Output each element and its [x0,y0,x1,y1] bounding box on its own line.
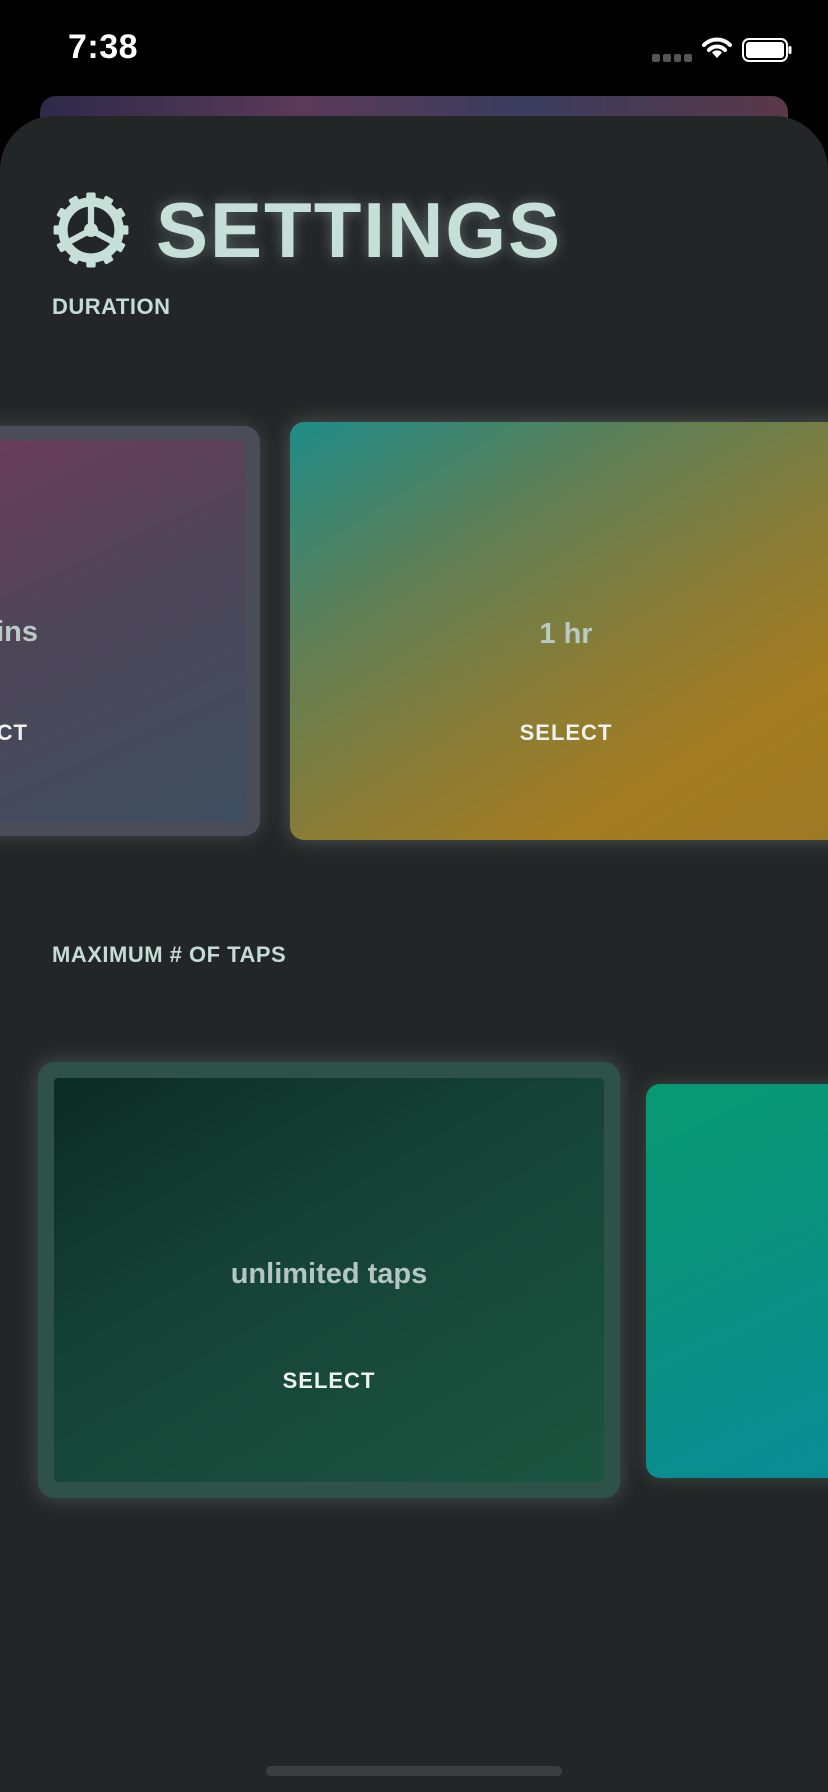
cellular-signal-icon [652,54,692,62]
duration-card-previous[interactable]: hins CT [0,426,260,836]
page-title: SETTINGS [156,185,563,274]
duration-label: DURATION [52,294,171,319]
taps-card-value: unlimited taps [230,1258,428,1290]
duration-card-previous-select-button[interactable]: CT [0,720,28,746]
taps-select-button[interactable]: SELECT [38,1368,620,1394]
max-taps-label: MAXIMUM # OF TAPS [52,942,287,967]
home-indicator[interactable] [266,1766,562,1776]
taps-card-next[interactable] [646,1084,828,1478]
duration-card-previous-value: hins [0,616,38,648]
duration-card-1hr[interactable]: 1 hr SELECT [290,422,828,840]
gear-icon [53,192,129,268]
status-bar: 7:38 [0,0,828,96]
duration-select-button[interactable]: SELECT [290,720,828,746]
title-row: SETTINGS [52,182,562,278]
taps-card-unlimited[interactable]: unlimited taps SELECT [38,1062,620,1498]
battery-icon [742,38,792,62]
duration-card-value: 1 hr [539,618,593,650]
status-time: 7:38 [68,28,139,66]
wifi-icon [702,37,732,58]
settings-sheet: SETTINGS DURATION hins CT 1 hr SELECT MA… [0,116,828,1792]
